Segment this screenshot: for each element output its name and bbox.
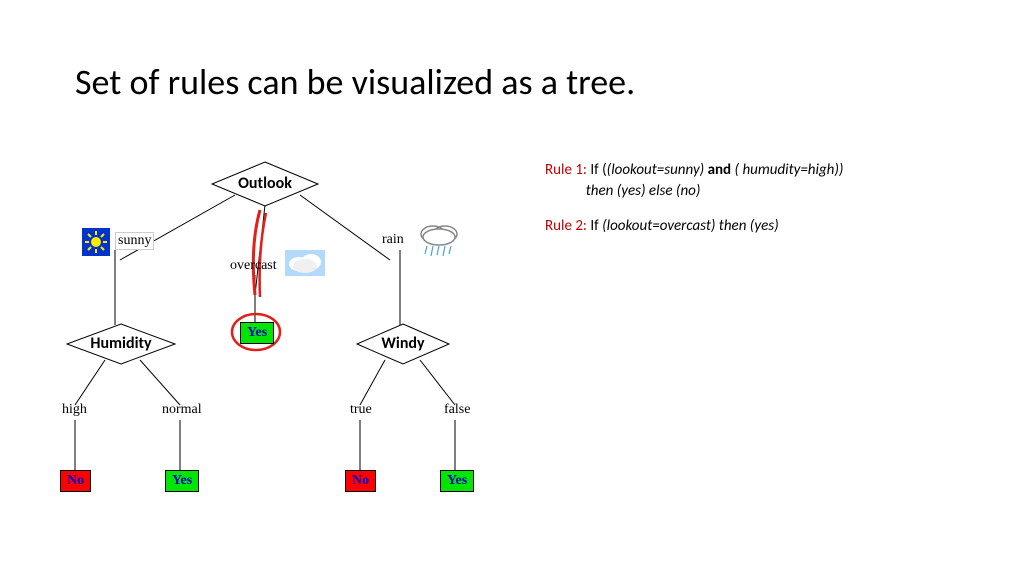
rule-2: Rule 2: If (lookout=overcast) then (yes) <box>545 216 843 237</box>
overcast-cloud-icon <box>285 250 325 276</box>
node-windy-label: Windy <box>381 334 424 353</box>
edge-false: false <box>442 402 472 418</box>
rule-1-and: and <box>708 161 732 179</box>
edge-normal: normal <box>160 402 204 418</box>
node-humidity: Humidity <box>65 322 177 366</box>
rules-text-block: Rule 1: If ((lookout=sunny) and ( humudi… <box>545 160 843 251</box>
rule-2-body: (lookout=overcast) then (yes) <box>602 217 779 235</box>
edge-rain: rain <box>380 232 406 248</box>
leaf-false-yes: Yes <box>440 470 474 492</box>
node-windy: Windy <box>355 322 451 366</box>
edge-high: high <box>60 402 89 418</box>
edge-sunny: sunny <box>115 232 154 250</box>
rain-cloud-icon <box>415 222 463 262</box>
node-outlook: Outlook <box>210 160 320 208</box>
rule-2-label: Rule 2: <box>545 217 590 235</box>
leaf-overcast-yes: Yes <box>240 322 274 344</box>
node-outlook-label: Outlook <box>238 174 292 193</box>
leaf-true-no: No <box>345 470 376 492</box>
slide-title: Set of rules can be visualized as a tree… <box>75 60 635 104</box>
sun-icon <box>82 228 110 256</box>
rule-2-if: If <box>590 217 602 235</box>
edge-true: true <box>348 402 374 418</box>
rule-1-cond2: ( humudity=high)) <box>731 161 843 179</box>
leaf-high-no: No <box>60 470 91 492</box>
edge-overcast: overcast <box>228 258 279 274</box>
rule-1: Rule 1: If ((lookout=sunny) and ( humudi… <box>545 160 843 202</box>
rule-1-cond1: (lookout=sunny) <box>607 161 708 179</box>
rule-1-label: Rule 1: <box>545 161 590 179</box>
decision-tree-diagram: Outlook sunny overcast rain <box>60 150 510 530</box>
node-humidity-label: Humidity <box>90 334 151 353</box>
rule-1-if: If ( <box>590 161 606 179</box>
leaf-normal-yes: Yes <box>165 470 199 492</box>
rule-1-then: then (yes) else (no) <box>586 182 701 200</box>
